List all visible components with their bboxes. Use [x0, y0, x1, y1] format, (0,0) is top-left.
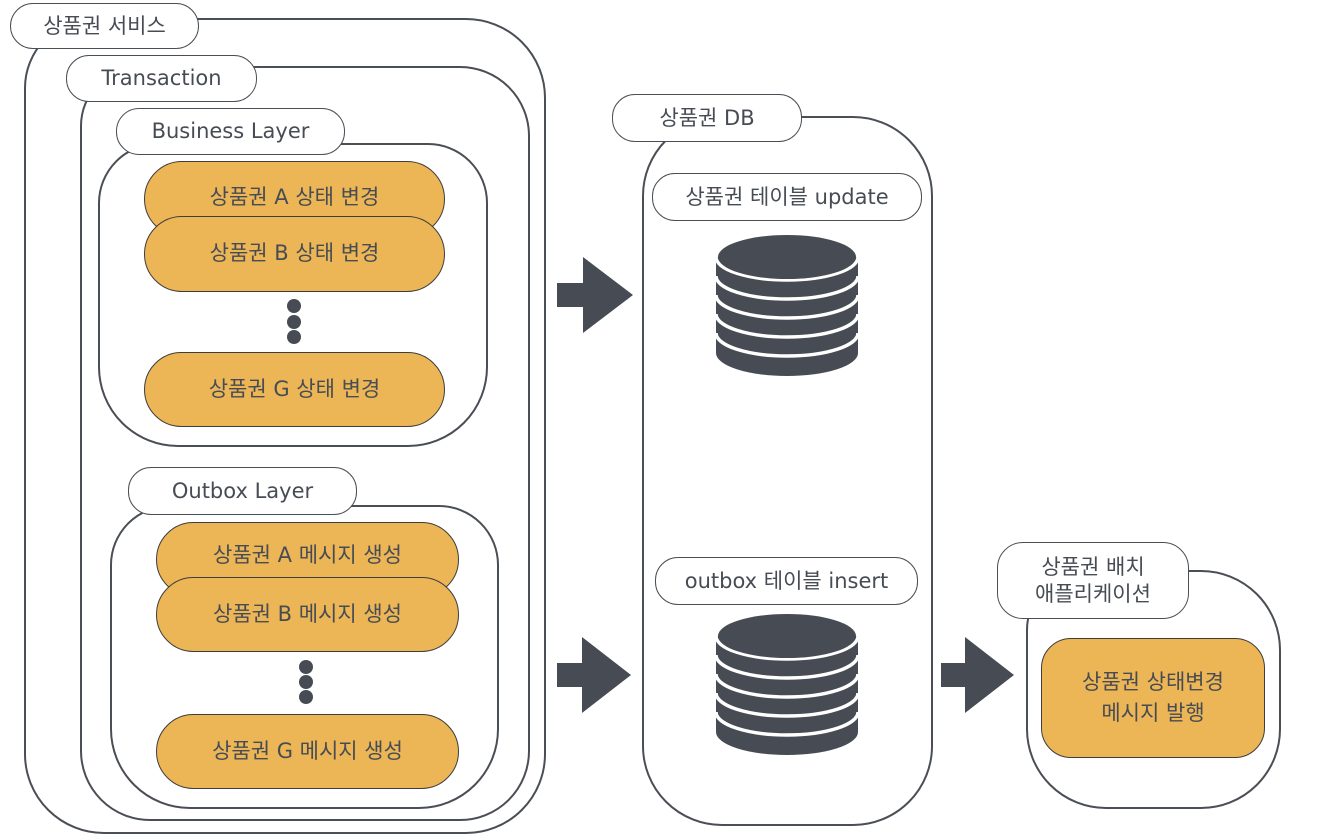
table-update-label: 상품권 테이블 update: [652, 173, 922, 221]
right-arrow-icon: [941, 637, 1014, 713]
business-layer-label: Business Layer: [116, 108, 345, 155]
database-icon: [714, 235, 860, 376]
database-label: 상품권 DB: [612, 94, 802, 142]
outbox-item-b: 상품권 B 메시지 생성: [156, 577, 459, 652]
vertical-dots-icon: [287, 315, 301, 329]
batch-task: 상품권 상태변경 메시지 발행: [1041, 638, 1265, 758]
transaction-label: Transaction: [66, 55, 257, 102]
right-arrow-icon: [557, 637, 631, 713]
vertical-dots-icon: [287, 299, 301, 313]
batch-label-line2: 애플리케이션: [1035, 581, 1151, 606]
vertical-dots-icon: [299, 690, 313, 704]
batch-label: 상품권 배치 애플리케이션: [997, 542, 1189, 619]
outbox-item-g: 상품권 G 메시지 생성: [156, 714, 459, 789]
vertical-dots-icon: [287, 330, 301, 344]
service-label: 상품권 서비스: [10, 3, 199, 49]
batch-task-line2: 메시지 발행: [1101, 701, 1205, 725]
batch-label-line1: 상품권 배치: [1041, 555, 1145, 580]
table-insert-label: outbox 테이블 insert: [655, 557, 918, 605]
database-icon: [714, 614, 860, 755]
business-item-g: 상품권 G 상태 변경: [144, 352, 445, 427]
vertical-dots-icon: [299, 660, 313, 674]
business-item-b: 상품권 B 상태 변경: [144, 216, 445, 292]
outbox-layer-label: Outbox Layer: [128, 467, 357, 515]
vertical-dots-icon: [299, 675, 313, 689]
batch-task-line1: 상품권 상태변경: [1082, 669, 1224, 694]
right-arrow-icon: [557, 257, 633, 333]
